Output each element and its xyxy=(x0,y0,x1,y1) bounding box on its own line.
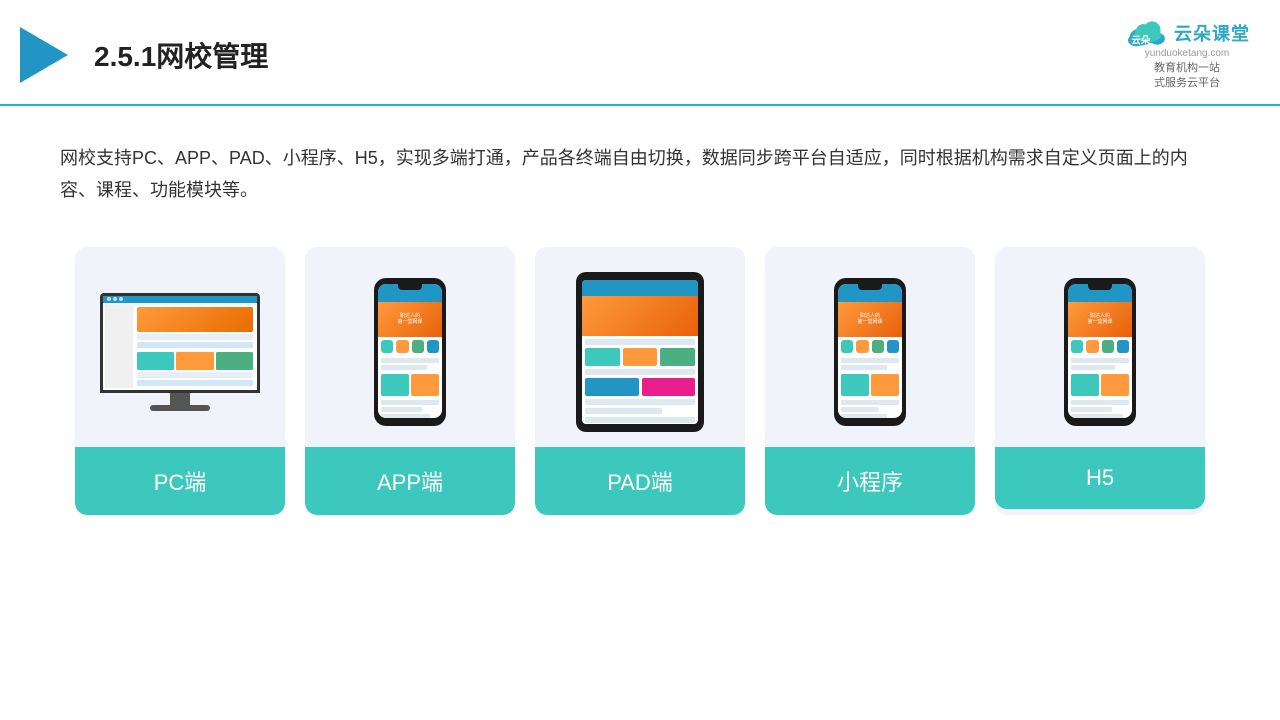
pc-monitor xyxy=(100,293,260,411)
brand-cloud: 云朵 云朵课堂 xyxy=(1124,18,1250,48)
card-app-image: 职达人的第一堂网课 xyxy=(305,247,515,447)
pad-tablet xyxy=(576,272,704,432)
card-pad: PAD端 xyxy=(535,247,745,515)
logo-triangle-icon xyxy=(20,27,68,83)
card-pad-label: PAD端 xyxy=(535,447,745,515)
brand-url: yunduoketang.com xyxy=(1145,48,1230,59)
card-miniprogram-image: 职达人的第一堂网课 xyxy=(765,247,975,447)
card-miniprogram-label: 小程序 xyxy=(765,447,975,515)
brand-name: 云朵课堂 xyxy=(1174,20,1250,46)
card-miniprogram: 职达人的第一堂网课 xyxy=(765,247,975,515)
page-title: 2.5.1网校管理 xyxy=(94,35,268,75)
brand-logo: 云朵 云朵课堂 yunduoketang.com 教育机构一站 式服务云平台 xyxy=(1124,18,1250,92)
monitor-screen xyxy=(100,293,260,393)
card-pc-label: PC端 xyxy=(75,447,285,515)
card-pad-image xyxy=(535,247,745,447)
card-pc-image xyxy=(75,247,285,447)
header-left: 2.5.1网校管理 xyxy=(20,27,268,83)
app-phone: 职达人的第一堂网课 xyxy=(374,278,446,426)
svg-text:云朵: 云朵 xyxy=(1131,35,1150,46)
card-app-label: APP端 xyxy=(305,447,515,515)
card-pc: PC端 xyxy=(75,247,285,515)
miniprogram-phone: 职达人的第一堂网课 xyxy=(834,278,906,426)
brand-tagline: 教育机构一站 式服务云平台 xyxy=(1154,61,1220,92)
platform-cards: PC端 职达人的第一堂网课 xyxy=(0,227,1280,545)
card-h5-image: 职达人的第一堂网课 xyxy=(995,247,1205,447)
page-header: 2.5.1网校管理 云朵 云朵课堂 yunduoketang.com 教育机构一… xyxy=(0,0,1280,106)
h5-phone: 职达人的第一堂网课 xyxy=(1064,278,1136,426)
card-h5: 职达人的第一堂网课 xyxy=(995,247,1205,515)
description-text: 网校支持PC、APP、PAD、小程序、H5，实现多端打通，产品各终端自由切换，数… xyxy=(0,106,1280,227)
card-app: 职达人的第一堂网课 xyxy=(305,247,515,515)
cloud-icon: 云朵 xyxy=(1124,18,1168,48)
card-h5-label: H5 xyxy=(995,447,1205,509)
